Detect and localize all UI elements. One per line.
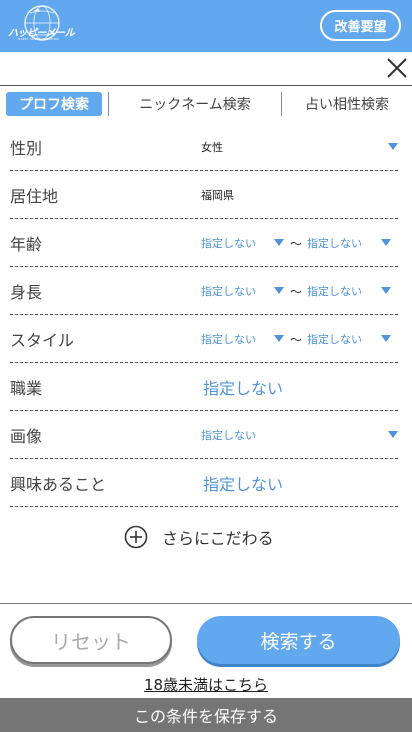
interests-value[interactable]: 指定しない <box>203 459 283 507</box>
save-conditions-button[interactable]: この条件を保存する <box>0 698 412 732</box>
caret-down-icon <box>381 239 391 246</box>
close-bar <box>0 52 412 86</box>
gender-label: 性別 <box>10 139 43 158</box>
photo-label: 画像 <box>10 427 43 446</box>
occupation-label: 職業 <box>10 379 43 398</box>
more-conditions-label: さらにこだわる <box>162 529 274 548</box>
app-header: ハッピーメール HAPPY COMMUNICATION 改善要望 <box>0 0 412 52</box>
caret-down-icon <box>274 335 284 342</box>
height-label: 身長 <box>10 283 43 302</box>
under18-link[interactable]: 18歳未満はこちら <box>0 674 412 695</box>
gender-select[interactable]: 女性 <box>201 123 223 171</box>
occupation-row[interactable]: 職業 指定しない <box>10 363 398 411</box>
age-max-select[interactable]: 指定しない <box>307 219 362 267</box>
photo-select[interactable]: 指定しない <box>201 411 256 459</box>
caret-down-icon <box>381 287 391 294</box>
style-min-select[interactable]: 指定しない <box>201 315 256 363</box>
range-separator: 〜 <box>290 236 303 251</box>
residence-label: 居住地 <box>10 187 59 206</box>
photo-row[interactable]: 画像 指定しない <box>10 411 398 459</box>
age-row: 年齢 指定しない 〜 指定しない <box>10 219 398 267</box>
height-min-select[interactable]: 指定しない <box>201 267 256 315</box>
more-conditions-button[interactable]: さらにこだわる <box>124 524 274 550</box>
range-separator: 〜 <box>290 332 303 347</box>
tab-profile-search[interactable]: プロフ検索 <box>6 92 102 116</box>
caret-down-icon <box>274 239 284 246</box>
age-label: 年齢 <box>10 235 43 254</box>
close-icon[interactable] <box>386 57 408 79</box>
caret-down-icon <box>388 143 398 150</box>
logo-subtext: HAPPY COMMUNICATION <box>18 37 59 41</box>
caret-down-icon <box>274 287 284 294</box>
tab-fortune-search[interactable]: 占い相性検索 <box>292 92 402 116</box>
style-row: スタイル 指定しない 〜 指定しない <box>10 315 398 363</box>
style-max-select[interactable]: 指定しない <box>307 315 362 363</box>
search-tabs: プロフ検索 ニックネーム検索 占い相性検索 <box>0 89 412 119</box>
age-min-select[interactable]: 指定しない <box>201 219 256 267</box>
residence-value[interactable]: 福岡県 <box>201 171 234 219</box>
happymail-logo[interactable]: ハッピーメール HAPPY COMMUNICATION <box>4 3 75 47</box>
height-max-select[interactable]: 指定しない <box>307 267 362 315</box>
gender-row[interactable]: 性別 女性 <box>10 123 398 171</box>
range-separator: 〜 <box>290 284 303 299</box>
caret-down-icon <box>381 335 391 342</box>
bottom-actions: リセット 検索する 18歳未満はこちら <box>0 603 412 698</box>
tab-divider <box>108 92 109 116</box>
search-button[interactable]: 検索する <box>197 616 400 664</box>
tab-divider <box>281 92 282 116</box>
plus-circle-icon <box>124 525 148 549</box>
interests-label: 興味あること <box>10 475 107 494</box>
height-row: 身長 指定しない 〜 指定しない <box>10 267 398 315</box>
caret-down-icon <box>388 431 398 438</box>
occupation-value[interactable]: 指定しない <box>203 363 283 411</box>
reset-button[interactable]: リセット <box>10 616 172 664</box>
tab-nickname-search[interactable]: ニックネーム検索 <box>120 92 270 116</box>
style-label: スタイル <box>10 331 75 350</box>
improvement-request-button[interactable]: 改善要望 <box>320 10 401 41</box>
residence-row[interactable]: 居住地 福岡県 <box>10 171 398 219</box>
interests-row[interactable]: 興味あること 指定しない <box>10 459 398 507</box>
